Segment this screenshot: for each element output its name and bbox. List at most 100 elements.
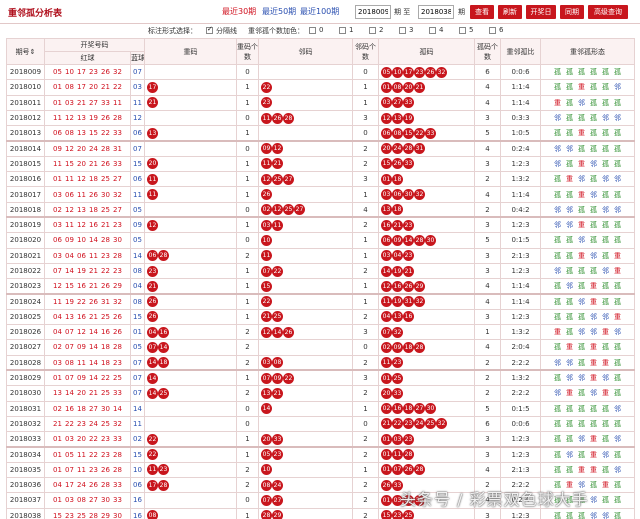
- number-ball: 31: [403, 296, 414, 308]
- count-color-label: 重邻孤个数加色：: [248, 27, 304, 35]
- form-mark: 孤: [614, 282, 621, 291]
- number-ball: 14: [261, 403, 272, 415]
- to-period-input[interactable]: [418, 5, 454, 19]
- sort-icon[interactable]: ⇕: [30, 48, 36, 56]
- refresh-button[interactable]: 刷新: [498, 5, 522, 19]
- repeat-cell: 17 28: [144, 477, 237, 494]
- red-number: 22: [101, 374, 110, 383]
- blue-number-cell: 11: [130, 94, 145, 111]
- number-ball: 04: [381, 311, 392, 323]
- form-mark: 孤: [566, 267, 573, 275]
- red-number: 27: [113, 175, 122, 184]
- form-mark: 重: [590, 450, 597, 459]
- red-number: 12: [65, 205, 74, 214]
- number-ball: 18: [403, 403, 414, 415]
- form-mark: 重: [602, 389, 609, 398]
- number-ball: 22: [147, 449, 158, 461]
- number-ball: 25: [272, 311, 283, 323]
- red-number: 24: [89, 419, 98, 428]
- form-mark: 重: [602, 481, 609, 490]
- recent-100-link[interactable]: 最近100期: [300, 6, 339, 17]
- number-ball: 33: [425, 127, 436, 139]
- ratio-cell: 0:1:5: [500, 400, 541, 417]
- red-number: 30: [101, 496, 110, 505]
- red-number: 33: [113, 481, 122, 490]
- number-ball: 19: [392, 265, 403, 277]
- form-mark: 孤: [566, 98, 573, 107]
- same-period-button[interactable]: 同期: [560, 5, 584, 19]
- recent-50-link[interactable]: 最近50期: [262, 6, 296, 17]
- number-ball: 18: [403, 341, 414, 353]
- form-mark: 孤: [578, 312, 585, 321]
- red-number: 10: [77, 236, 86, 245]
- count-2-label: 2: [379, 26, 384, 34]
- col-period-header[interactable]: 期号⇕: [6, 38, 45, 65]
- table-row: 2018022 07 14 19 21 22 23 08 23 1 07 22 2 14 19 21 3 1:2:…: [6, 262, 635, 280]
- red-number: 19: [77, 267, 86, 275]
- red-number: 03: [65, 98, 74, 107]
- count-2-checkbox[interactable]: [369, 27, 376, 34]
- count-5-checkbox[interactable]: [459, 27, 466, 34]
- isolated-cell: 06 09 14 28 30: [378, 232, 475, 249]
- number-ball: 23: [147, 265, 158, 277]
- form-mark: 邻: [566, 221, 573, 230]
- table-row: 2018025 04 13 16 21 25 26 15 26 1 21 25 2 04 13 16 3 1:2:…: [6, 308, 635, 326]
- col-repeat-count-header: 重码个数: [236, 38, 259, 65]
- form-mark: 孤: [602, 221, 609, 230]
- count-1-checkbox[interactable]: [339, 27, 346, 34]
- count-6-checkbox[interactable]: [489, 27, 496, 34]
- split-line-label: 分隔线: [216, 27, 237, 35]
- form-mark: 重: [566, 343, 573, 352]
- period-cell: 2018034: [6, 445, 45, 463]
- adjacent-count-cell: 2: [352, 445, 379, 463]
- red-number: 11: [113, 98, 122, 107]
- number-ball: 02: [381, 403, 392, 415]
- count-0-checkbox[interactable]: [309, 27, 316, 34]
- red-number: 14: [65, 389, 74, 398]
- recent-30-link[interactable]: 最近30期: [222, 6, 256, 17]
- count-4-checkbox[interactable]: [429, 27, 436, 34]
- red-number: 12: [65, 114, 74, 123]
- red-number: 23: [101, 450, 110, 459]
- isolated-count-cell: 3: [474, 216, 501, 234]
- red-number: 11: [53, 297, 62, 306]
- split-line-checkbox[interactable]: [206, 25, 213, 34]
- blue-number-cell: 16: [130, 492, 145, 509]
- red-number: 16: [101, 328, 110, 337]
- number-ball: 06: [381, 234, 392, 246]
- red-numbers-cell: 07 14 19 21 22 23: [44, 262, 131, 280]
- repeat-count-cell: 1: [236, 507, 259, 519]
- adjacent-cell: 12 14 26: [258, 324, 353, 341]
- red-number: 33: [113, 159, 122, 168]
- draw-day-button[interactable]: 开奖日: [526, 5, 556, 19]
- isolated-count-cell: 6: [474, 63, 501, 81]
- number-ball: 26: [403, 280, 414, 292]
- table-row: 2018019 03 11 12 16 21 23 09 12 1 03 11 2 16 21 23 3 1:2:…: [6, 216, 635, 234]
- red-number: 21: [89, 312, 98, 321]
- number-ball: 26: [261, 189, 272, 201]
- form-cell: 孤孤重邻孤孤: [540, 186, 635, 203]
- form-mark: 孤: [614, 343, 621, 352]
- number-ball: 12: [272, 143, 283, 155]
- adjacent-count-cell: 4: [352, 201, 379, 218]
- red-number: 13: [65, 312, 74, 321]
- number-ball: 08: [392, 127, 403, 139]
- query-button[interactable]: 查看: [470, 5, 494, 19]
- isolated-count-cell: 4: [474, 461, 501, 479]
- period-cell: 2018026: [6, 324, 45, 341]
- number-ball: 10: [261, 464, 272, 476]
- red-number: 21: [77, 98, 86, 107]
- isolated-cell: 01 08 20 21: [378, 79, 475, 96]
- number-ball: 25: [403, 510, 414, 519]
- advanced-query-button[interactable]: 高级查询: [588, 5, 628, 19]
- from-period-input[interactable]: [355, 5, 391, 19]
- number-ball: 14: [147, 387, 158, 399]
- red-number: 20: [77, 144, 86, 153]
- isolated-count-cell: 3: [474, 109, 501, 127]
- col-red-header: 红球: [44, 51, 131, 65]
- count-3-checkbox[interactable]: [399, 27, 406, 34]
- period-cell: 2018009: [6, 63, 45, 81]
- red-number: 33: [113, 389, 122, 398]
- number-ball: 23: [272, 449, 283, 461]
- repeat-count-cell: 2: [236, 247, 259, 264]
